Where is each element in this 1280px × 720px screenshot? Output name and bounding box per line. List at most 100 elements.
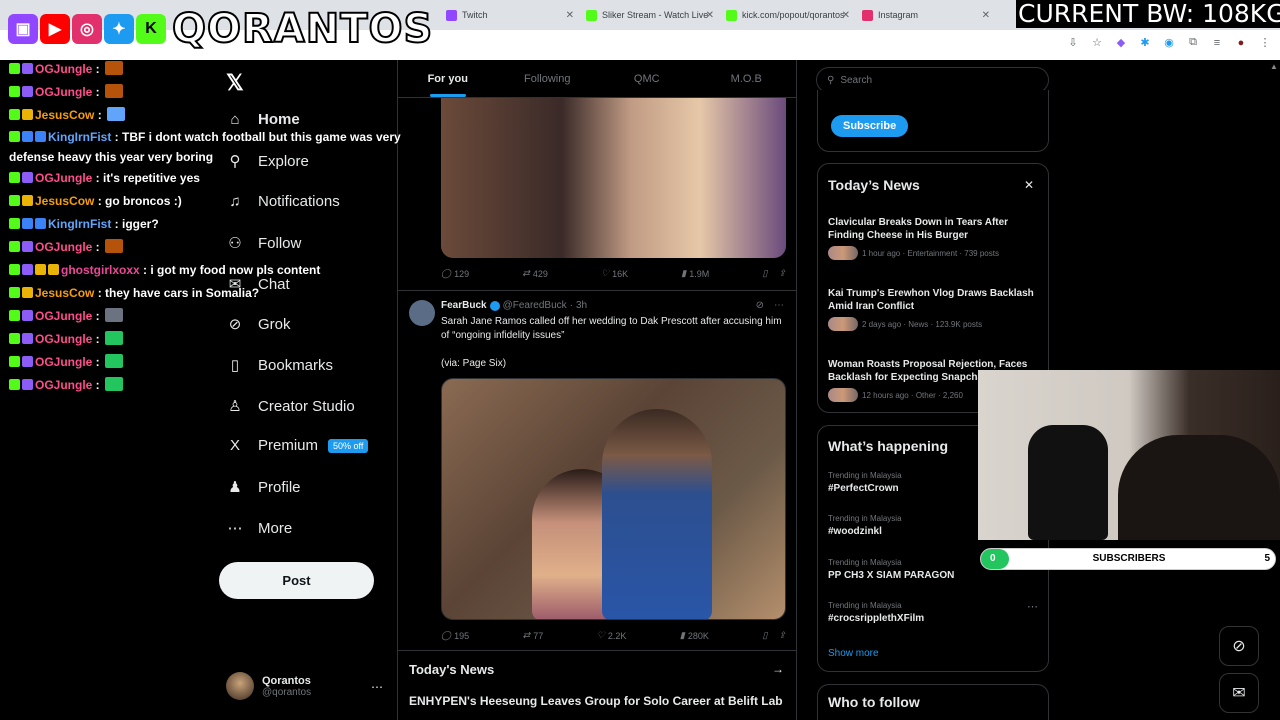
chart-icon: ▮: [681, 268, 687, 278]
chat-username[interactable]: OGJungle: [35, 240, 92, 254]
tab-kick[interactable]: kick.com/popout/qorantos ✕: [720, 4, 856, 26]
post-button[interactable]: Post: [219, 562, 374, 599]
chat-username[interactable]: OGJungle: [35, 309, 92, 323]
repost-button[interactable]: ⇄ 77: [523, 630, 544, 641]
extension-icon[interactable]: ◆: [1114, 36, 1128, 49]
chat-message: JesusCow : they have cars in Somalia?: [9, 282, 419, 305]
reply-button[interactable]: ◯ 129: [441, 268, 469, 279]
chat-message: OGJungle : it's repetitive yes: [9, 167, 419, 190]
kebab-menu-icon[interactable]: ⋮: [1258, 36, 1272, 49]
nav-creator-studio[interactable]: ♙ Creator Studio: [226, 397, 354, 416]
news-item[interactable]: Kai Trump's Erewhon Vlog Draws Backlash …: [828, 287, 1040, 331]
star-icon[interactable]: ☆: [1090, 36, 1104, 49]
show-more-link[interactable]: Show more: [828, 648, 879, 659]
tab-following[interactable]: Following: [498, 60, 598, 97]
tweet-time[interactable]: 3h: [576, 300, 587, 311]
share-icon[interactable]: ⇪: [778, 268, 786, 279]
webcam-chair: [1028, 425, 1108, 540]
todays-news-heading[interactable]: Today's News: [409, 662, 494, 677]
close-icon[interactable]: ✕: [706, 10, 714, 21]
account-name: Qorantos: [262, 674, 311, 687]
extension-icon[interactable]: ◉: [1162, 36, 1176, 49]
chat-username[interactable]: OGJungle: [35, 62, 92, 76]
more-icon[interactable]: ⋯: [1027, 600, 1038, 613]
nav-premium[interactable]: X Premium 50% off: [226, 437, 369, 454]
extension-icon[interactable]: ✱: [1138, 36, 1152, 49]
tweet-image[interactable]: [441, 98, 786, 258]
bandwidth-readout: CURRENT BW: 108KG: [1016, 0, 1280, 28]
reply-button[interactable]: ◯ 195: [441, 630, 469, 641]
chat-username[interactable]: KingIrnFist: [48, 217, 111, 231]
chat-username[interactable]: OGJungle: [35, 332, 92, 346]
close-icon[interactable]: ✕: [982, 10, 990, 21]
close-icon[interactable]: ✕: [1024, 178, 1034, 192]
puzzle-icon[interactable]: ⧉: [1186, 36, 1200, 49]
reply-icon: ◯: [441, 268, 452, 278]
tab-instagram[interactable]: Instagram ✕: [856, 4, 996, 26]
tab-label: kick.com/popout/qorantos: [742, 10, 845, 20]
chat-username[interactable]: OGJungle: [35, 378, 92, 392]
nav-label: Profile: [258, 478, 301, 496]
chat-username[interactable]: ghostgirlxoxx: [61, 263, 140, 277]
kick-badge-icon: [9, 109, 20, 120]
trend-context: Trending in Malaysia: [828, 601, 902, 610]
view-count: 1.9M: [689, 268, 710, 279]
share-icon[interactable]: ⇪: [778, 630, 786, 641]
author-name[interactable]: FearBuck: [441, 300, 487, 311]
twitch-icon: [446, 9, 457, 21]
messages-icon[interactable]: ✉: [1219, 673, 1259, 713]
more-icon[interactable]: ⋯: [774, 300, 784, 311]
reading-list-icon[interactable]: ≡: [1210, 37, 1224, 49]
install-icon[interactable]: ⇩: [1066, 36, 1080, 49]
grok-icon[interactable]: ⊘: [1219, 626, 1259, 666]
chat-username[interactable]: JesusCow: [35, 194, 94, 208]
scroll-up-icon[interactable]: ▲: [1270, 62, 1278, 71]
subscribe-button[interactable]: Subscribe: [831, 115, 909, 137]
chat-username[interactable]: JesusCow: [35, 286, 94, 300]
kick-badge-icon: [9, 172, 20, 183]
tab-twitch[interactable]: Twitch ✕: [440, 4, 580, 26]
nav-profile[interactable]: ♟ Profile: [226, 478, 301, 497]
news-headline[interactable]: ENHYPEN's Heeseung Leaves Group for Solo…: [409, 694, 783, 708]
arrow-right-icon[interactable]: →: [772, 662, 784, 676]
chat-username[interactable]: JesusCow: [35, 108, 94, 122]
news-item[interactable]: Clavicular Breaks Down in Tears After Fi…: [828, 216, 1040, 260]
views-button[interactable]: ▮ 1.9M: [681, 268, 709, 279]
repost-button[interactable]: ⇄ 429: [522, 268, 548, 279]
views-button[interactable]: ▮ 280K: [680, 630, 709, 641]
chat-colon: :: [94, 108, 106, 122]
purple-badge-icon: [22, 310, 33, 321]
avatar: [226, 672, 254, 700]
grok-icon[interactable]: ⊘: [756, 300, 764, 311]
tab-sliker[interactable]: Sliker Stream - Watch Live ✕: [580, 4, 720, 26]
stream-chat-overlay: OGJungle : OGJungle : JesusCow : KingIrn…: [9, 58, 419, 397]
account-switcher[interactable]: Qorantos @qorantos: [226, 672, 311, 700]
tab-mob[interactable]: M.O.B: [697, 60, 797, 97]
blue-badge-icon: [22, 131, 33, 142]
more-icon[interactable]: ⋯: [371, 680, 383, 694]
chat-username[interactable]: OGJungle: [35, 171, 92, 185]
tab-qmc[interactable]: QMC: [597, 60, 697, 97]
chat-username[interactable]: OGJungle: [35, 85, 92, 99]
trend-item[interactable]: Trending in Malaysia #crocsripplethXFilm: [828, 601, 1040, 624]
bookmark-icon[interactable]: ▯: [762, 630, 767, 641]
chat-username[interactable]: KingIrnFist: [48, 130, 111, 144]
toolbar-icons: ⇩ ☆ ◆ ✱ ◉ ⧉ ≡ ● ⋮: [1066, 36, 1272, 49]
like-button[interactable]: ♡ 16K: [601, 268, 628, 279]
nav-more[interactable]: ⋯ More: [226, 519, 293, 538]
chat-text: i got my food now pls content: [150, 263, 321, 277]
kick-icon: K: [136, 14, 166, 44]
author-handle[interactable]: @FearedBuck: [503, 300, 567, 311]
emote-icon: [105, 377, 124, 391]
close-icon[interactable]: ✕: [566, 10, 574, 21]
feed-tabs: For you Following QMC M.O.B: [398, 60, 796, 98]
blue-badge-icon: [35, 218, 46, 229]
profile-avatar-icon[interactable]: ●: [1234, 37, 1248, 49]
chat-username[interactable]: OGJungle: [35, 355, 92, 369]
tweet-image[interactable]: [441, 378, 786, 620]
emote-icon: [107, 107, 126, 121]
like-button[interactable]: ♡ 2.2K: [597, 630, 627, 641]
gold-badge-icon: [35, 264, 46, 275]
close-icon[interactable]: ✕: [842, 10, 850, 21]
bookmark-icon[interactable]: ▯: [762, 268, 767, 279]
